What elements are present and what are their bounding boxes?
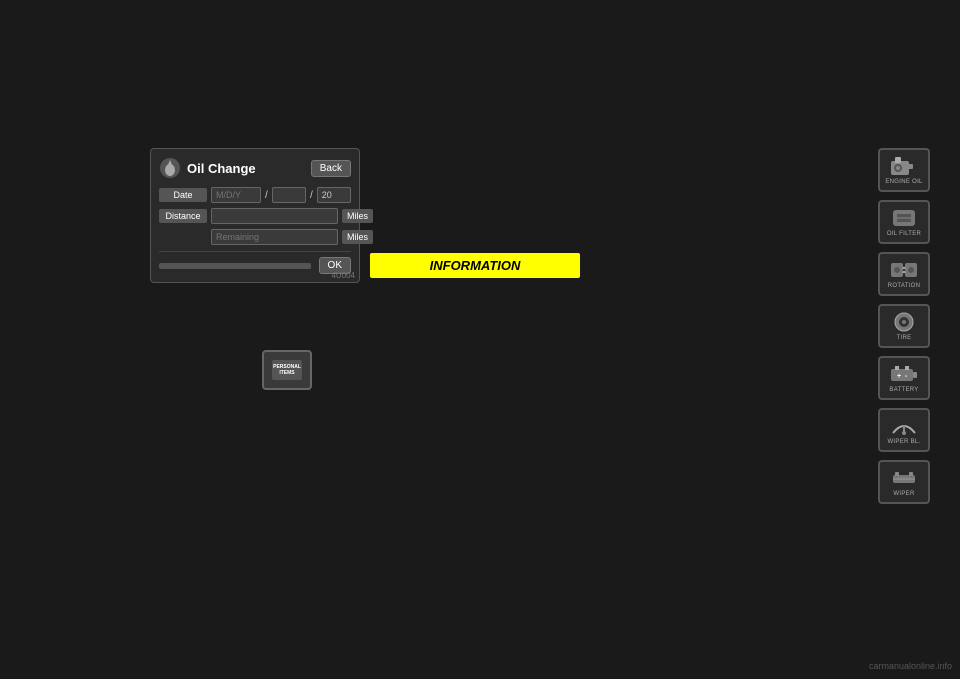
wiper-icon[interactable]: WIPER <box>878 460 930 504</box>
wiper-blade-graphic <box>888 415 920 437</box>
dialog-title-area: Oil Change <box>159 157 256 179</box>
engine-oil-graphic <box>888 155 920 177</box>
distance-row: Distance Miles <box>159 208 351 224</box>
date-sep1: / <box>265 190 268 201</box>
remaining-unit: Miles <box>342 230 373 244</box>
distance-unit: Miles <box>342 209 373 223</box>
oil-filter-label: OIL FILTER <box>887 231 921 237</box>
rotation-label: ROTATION <box>888 283 921 289</box>
remaining-input[interactable] <box>211 229 338 245</box>
date-sep2: / <box>310 190 313 201</box>
remaining-row: Miles <box>159 229 351 245</box>
rotation-graphic <box>888 259 920 281</box>
oil-filter-graphic <box>888 207 920 229</box>
dialog-header: Oil Change Back <box>159 157 351 179</box>
distance-input[interactable] <box>211 208 338 224</box>
code-label: 4U004 <box>331 271 355 280</box>
date-input[interactable] <box>211 187 261 203</box>
battery-graphic: + - <box>888 363 920 385</box>
watermark: carmanualonline.info <box>869 661 952 671</box>
oil-change-icon <box>159 157 181 179</box>
battery-icon[interactable]: + - BATTERY <box>878 356 930 400</box>
wiper-graphic <box>888 467 920 489</box>
rotation-icon[interactable]: ROTATION <box>878 252 930 296</box>
svg-text:+: + <box>897 373 901 380</box>
engine-oil-label: ENGINE OIL <box>885 179 922 185</box>
personal-icon-text: PERSONALITEMS <box>273 364 301 376</box>
right-icons-panel: ENGINE OIL OIL FILTER ROTATION <box>878 148 930 504</box>
dialog-title: Oil Change <box>187 161 256 176</box>
tire-label: TIRE <box>897 335 912 341</box>
date-year-input[interactable] <box>317 187 351 203</box>
date-row: Date / / <box>159 187 351 203</box>
back-button[interactable]: Back <box>311 160 351 177</box>
engine-oil-icon[interactable]: ENGINE OIL <box>878 148 930 192</box>
wiper-blade-label: WIPER BL. <box>887 439 920 445</box>
information-banner: INFORMATION <box>370 253 580 278</box>
information-text: INFORMATION <box>430 258 521 273</box>
date-month-input[interactable] <box>272 187 306 203</box>
tire-icon[interactable]: TIRE <box>878 304 930 348</box>
oil-change-dialog: Oil Change Back Date / / Distance Miles … <box>150 148 360 283</box>
personal-icon-inner: PERSONALITEMS <box>272 360 302 380</box>
tire-graphic <box>888 311 920 333</box>
oil-filter-icon[interactable]: OIL FILTER <box>878 200 930 244</box>
dialog-footer: OK <box>159 251 351 274</box>
progress-bar <box>159 263 311 269</box>
personal-settings-icon[interactable]: PERSONALITEMS <box>262 350 312 390</box>
battery-label: BATTERY <box>889 387 918 393</box>
wiper-blade-icon[interactable]: WIPER BL. <box>878 408 930 452</box>
distance-label: Distance <box>159 209 207 223</box>
date-label: Date <box>159 188 207 202</box>
wiper-label: WIPER <box>893 491 914 497</box>
